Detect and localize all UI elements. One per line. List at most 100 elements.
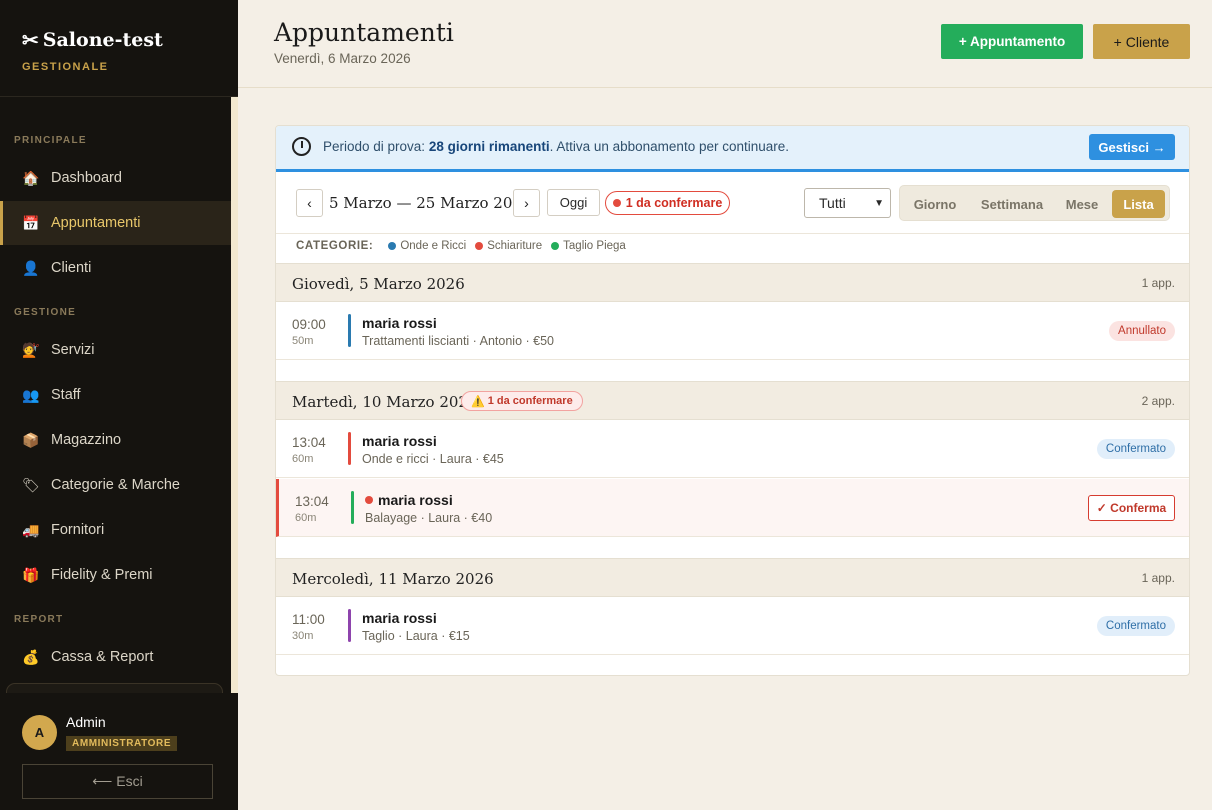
day-header: Martedì, 10 Marzo 2026 ⚠️ 1 da confermare…	[276, 381, 1189, 420]
appointment-row[interactable]: 11:00 30m maria rossi Taglio · Laura · €…	[276, 597, 1189, 655]
sidebar-item-fornitori[interactable]: 🚚 Fornitori	[0, 508, 231, 552]
day-count: 1 app.	[1141, 276, 1175, 290]
sidebar-item-label: Magazzino	[51, 432, 122, 448]
appointment-time: 11:00	[292, 612, 325, 627]
person-icon: 👤	[22, 259, 40, 276]
sidebar-scrollbar[interactable]	[231, 97, 238, 693]
sidebar-item-staff[interactable]: 👥 Staff	[0, 373, 231, 417]
sidebar-item-partial[interactable]	[6, 683, 223, 693]
sidebar-item-fidelity[interactable]: 🎁 Fidelity & Premi	[0, 553, 231, 597]
status-badge: Confermato	[1096, 439, 1175, 459]
day-title: Giovedì, 5 Marzo 2026	[292, 275, 465, 293]
next-period-button[interactable]: ›	[513, 189, 540, 217]
day-title: Mercoledì, 11 Marzo 2026	[292, 570, 494, 588]
appointment-row-pending[interactable]: 13:04 60m maria rossi Balayage · Laura ·…	[276, 479, 1189, 537]
tab-settimana[interactable]: Settimana	[971, 190, 1053, 218]
trial-suffix: . Attiva un abbonamento per continuare.	[549, 139, 790, 154]
divider	[276, 233, 1189, 234]
confirm-button[interactable]: ✓ Conferma	[1088, 495, 1175, 521]
red-dot-icon	[612, 199, 621, 207]
staff-filter-select[interactable]: Tutti ▼	[804, 188, 891, 218]
category-name: Schiariture	[487, 240, 543, 252]
tab-giorno[interactable]: Giorno	[905, 190, 965, 218]
category-color-bar	[348, 432, 351, 465]
appointment-duration: 60m	[292, 453, 314, 465]
appointment-client: maria rossi	[362, 610, 437, 626]
day-header: Giovedì, 5 Marzo 2026 1 app.	[276, 263, 1189, 302]
section-label-report: REPORT	[14, 614, 64, 625]
brand-subtitle: GESTIONALE	[22, 61, 109, 73]
user-panel: A Admin AMMINISTRATORE ⟵ Esci	[0, 693, 238, 810]
appointment-details: Taglio · Laura · €15	[362, 629, 470, 643]
sidebar-item-label: Fidelity & Premi	[51, 567, 153, 583]
status-badge: Annullato	[1109, 321, 1175, 341]
new-appointment-button[interactable]: + Appuntamento	[941, 24, 1083, 59]
gift-icon: 🎁	[22, 566, 40, 583]
scissors-icon: ✂	[22, 28, 39, 52]
tab-lista[interactable]: Lista	[1112, 190, 1165, 218]
category-dot	[551, 242, 560, 250]
pending-label: 1 da confermare	[625, 196, 723, 210]
sidebar-item-label: Appuntamenti	[51, 215, 141, 231]
sidebar-item-cassa[interactable]: 💰 Cassa & Report	[0, 635, 231, 679]
truck-icon: 🚚	[22, 521, 40, 538]
category-color-bar	[348, 314, 351, 347]
client-name: maria rossi	[362, 610, 437, 626]
logout-button[interactable]: ⟵ Esci	[22, 764, 213, 799]
appointment-time: 09:00	[292, 317, 326, 332]
appointment-client: maria rossi	[362, 433, 437, 449]
sidebar-item-clienti[interactable]: 👤 Clienti	[0, 246, 231, 290]
appointment-row[interactable]: 09:00 50m maria rossi Trattamenti liscia…	[276, 302, 1189, 360]
prev-period-button[interactable]: ‹	[296, 189, 323, 217]
appointments-card: Periodo di prova: 28 giorni rimanenti. A…	[275, 125, 1190, 676]
clock-icon	[292, 137, 311, 156]
view-switcher: Giorno Settimana Mese Lista	[899, 185, 1170, 221]
today-button[interactable]: Oggi	[547, 189, 600, 216]
tab-mese[interactable]: Mese	[1057, 190, 1107, 218]
date-range: 5 Marzo — 25 Marzo 2026	[329, 194, 532, 212]
appointment-client: maria rossi	[362, 315, 437, 331]
sidebar-item-label: Dashboard	[51, 170, 122, 186]
trial-banner: Periodo di prova: 28 giorni rimanenti. A…	[276, 126, 1189, 172]
day-count: 1 app.	[1141, 571, 1175, 585]
category-legend: CATEGORIE: Onde e Ricci Schiariture Tagl…	[296, 240, 626, 252]
day-header: Mercoledì, 11 Marzo 2026 1 app.	[276, 558, 1189, 597]
tag-icon: 🏷	[22, 476, 40, 493]
appointment-duration: 30m	[292, 630, 314, 642]
manage-subscription-button[interactable]: Gestisci →	[1089, 134, 1175, 160]
brand-name: Salone-test	[42, 29, 163, 51]
new-client-button[interactable]: + Cliente	[1093, 24, 1190, 59]
category-legend-label: CATEGORIE:	[296, 240, 374, 252]
sidebar-item-magazzino[interactable]: 📦 Magazzino	[0, 418, 231, 462]
people-icon: 👥	[22, 386, 40, 403]
sidebar-item-servizi[interactable]: 💇 Servizi	[0, 328, 231, 372]
sidebar-item-label: Categorie & Marche	[51, 477, 180, 493]
user-role-badge: AMMINISTRATORE	[66, 736, 178, 751]
sidebar-item-categorie[interactable]: 🏷 Categorie & Marche	[0, 463, 231, 507]
category-dot	[475, 242, 484, 250]
trial-text: Periodo di prova: 28 giorni rimanenti. A…	[323, 139, 789, 154]
category-name: Onde e Ricci	[400, 240, 467, 252]
client-name: maria rossi	[362, 433, 437, 449]
status-badge: Confermato	[1096, 616, 1175, 636]
appointment-details: Onde e ricci · Laura · €45	[362, 452, 504, 466]
box-icon: 📦	[22, 431, 40, 448]
sidebar: ✂ Salone-test GESTIONALE PRINCIPALE 🏠 Das…	[0, 0, 238, 810]
client-name: maria rossi	[378, 492, 453, 508]
sidebar-item-label: Servizi	[51, 342, 95, 358]
sidebar-nav: PRINCIPALE 🏠 Dashboard 📅 Appuntamenti 👤 Cli…	[0, 97, 231, 693]
avatar: A	[22, 715, 57, 750]
warning-label: 1 da confermare	[487, 395, 573, 407]
pending-warning-badge: ⚠️ 1 da confermare	[461, 391, 583, 411]
brand-title: ✂ Salone-test	[22, 28, 238, 52]
pending-filter-pill[interactable]: 1 da confermare	[605, 191, 730, 215]
sidebar-item-label: Clienti	[51, 260, 92, 276]
brand: ✂ Salone-test GESTIONALE	[0, 0, 238, 97]
appointment-row[interactable]: 13:04 60m maria rossi Onde e ricci · Lau…	[276, 420, 1189, 478]
day-count: 2 app.	[1141, 394, 1175, 408]
category-name: Taglio Piega	[563, 240, 626, 252]
sidebar-item-dashboard[interactable]: 🏠 Dashboard	[0, 156, 231, 200]
hairdresser-icon: 💇	[22, 341, 40, 358]
sidebar-item-appuntamenti[interactable]: 📅 Appuntamenti	[0, 201, 231, 245]
client-name: maria rossi	[362, 315, 437, 331]
